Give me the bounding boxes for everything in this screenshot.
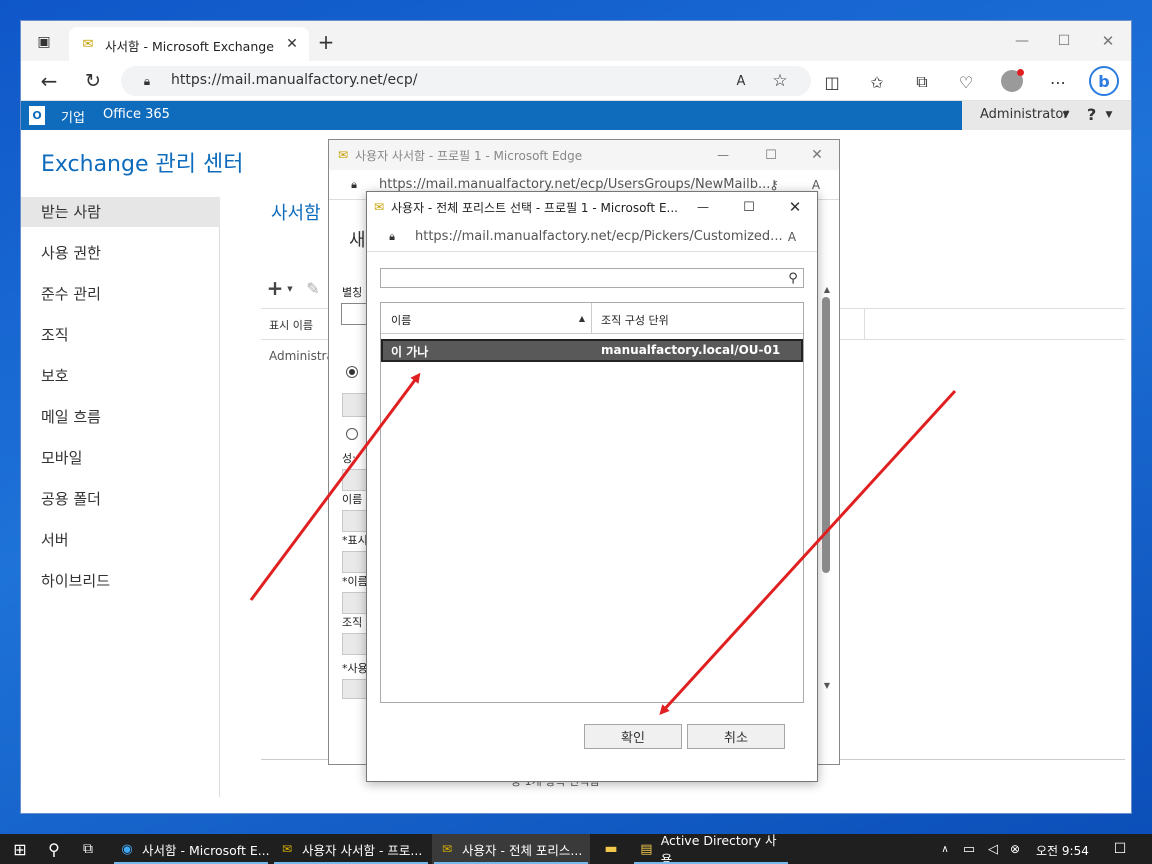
picker-window-icon: ✉ <box>441 842 453 856</box>
taskbar-app-user-mailbox[interactable]: ✉ 사용자 사서함 - 프로... <box>272 834 430 864</box>
taskbar-app-label: 사용자 사서함 - 프로... <box>302 842 423 858</box>
exchange-window-icon: ✉ <box>281 842 293 856</box>
clock[interactable]: 오전 9:54 <box>1036 842 1089 859</box>
taskbar-app-label: 사서함 - Microsoft E... <box>142 842 270 858</box>
speaker-muted-icon[interactable]: ◁ <box>984 840 1002 858</box>
action-center-icon[interactable]: ☐ <box>1110 840 1130 858</box>
windows-start-icon[interactable]: ⊞ <box>10 839 30 859</box>
folder-icon: ▬ <box>604 841 618 857</box>
taskbar: ⊞ ⚲ ⧉ ◉ 사서함 - Microsoft E... ✉ 사용자 사서함 -… <box>0 833 1152 864</box>
taskbar-app-label: Active Directory 사용... <box>660 833 777 864</box>
search-taskbar-icon[interactable]: ⚲ <box>44 839 64 859</box>
taskbar-app-edge-mailbox[interactable]: ◉ 사서함 - Microsoft E... <box>112 834 270 864</box>
taskbar-app-file-explorer[interactable]: ▬ <box>596 834 626 864</box>
taskbar-app-label: 사용자 - 전체 포리스... <box>462 842 583 858</box>
notification-error-icon[interactable]: ⊗ <box>1006 840 1024 858</box>
active-directory-icon: ▤ <box>640 841 653 857</box>
taskbar-app-user-picker[interactable]: ✉ 사용자 - 전체 포리스... <box>432 834 590 864</box>
arrow-to-user-row <box>249 372 421 601</box>
arrow-to-ok-button <box>659 389 957 715</box>
annotation-arrows <box>249 372 957 715</box>
task-view-icon[interactable]: ⧉ <box>78 839 98 859</box>
taskbar-app-active-directory[interactable]: ▤ Active Directory 사용... <box>632 833 790 864</box>
show-hidden-icons-chevron-icon[interactable]: ∧ <box>938 841 952 857</box>
network-icon[interactable]: ▭ <box>960 840 978 858</box>
edge-icon: ◉ <box>121 841 133 857</box>
